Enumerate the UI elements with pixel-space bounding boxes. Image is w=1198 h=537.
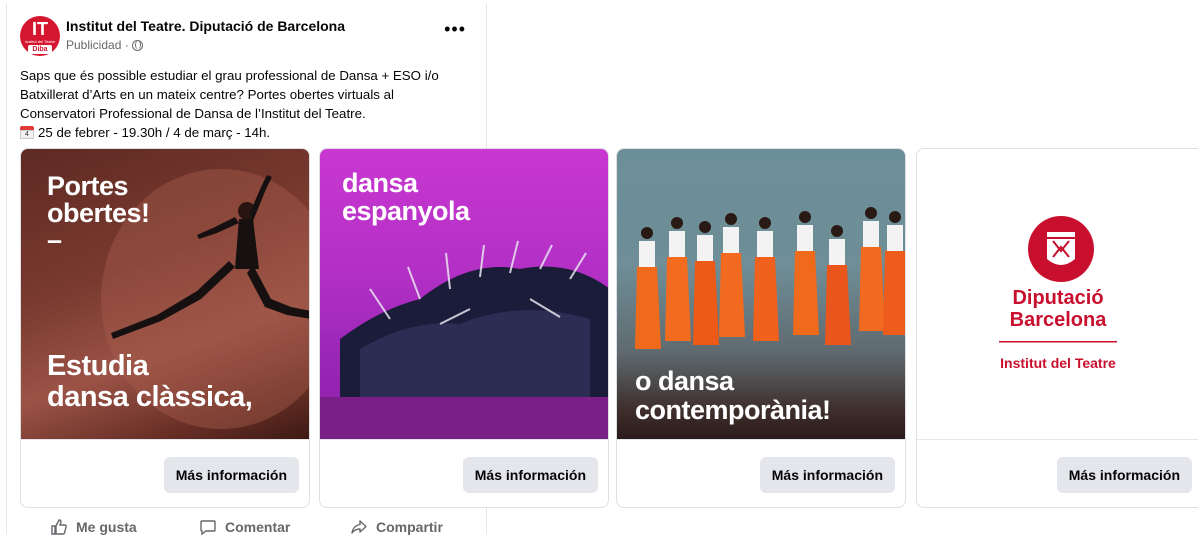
card-footer: Más información [21, 439, 309, 507]
globe-icon [131, 39, 143, 51]
card-overlay-top: Portes obertes! – [47, 173, 150, 254]
avatar-badge: Diba [28, 45, 52, 54]
card-overlay-bottom: Estudia dansa clàssica, [47, 350, 253, 413]
date-text: 25 de febrer - 19.30h / 4 de març - 14h. [38, 125, 271, 140]
post-text-line: Batxillerat d’Arts en un mateix centre? … [20, 87, 394, 102]
post-text-line: Conservatori Professional de Dansa de l’… [20, 106, 366, 121]
post-action-bar: Me gusta Comentar Compartir [0, 512, 487, 537]
like-label: Me gusta [76, 519, 137, 535]
overlay-dash: – [47, 225, 62, 255]
overlay-line: contemporània! [635, 395, 831, 425]
more-info-button[interactable]: Más información [163, 457, 299, 493]
avatar-logo-text: IT [32, 19, 48, 39]
overlay-line: o dansa [635, 366, 734, 396]
overlay-line: Portes [47, 171, 129, 201]
avatar-small-text: Institut del Teatre [24, 39, 56, 44]
sponsored-line: Publicidad · [66, 38, 143, 52]
calendar-icon: 4 [20, 125, 34, 139]
card-footer: Más información [320, 439, 608, 507]
more-info-button[interactable]: Más información [462, 457, 598, 493]
carousel-card-contemporary-dance[interactable]: o dansa contemporània! Más información [616, 148, 906, 508]
page-name-link[interactable]: Institut del Teatre. Diputació de Barcel… [66, 18, 345, 34]
card-image-contemporary-dancers[interactable]: o dansa contemporània! [617, 149, 905, 439]
card-image-classical-dancer[interactable]: Portes obertes! – Estudia dansa clàssica… [21, 149, 309, 439]
card-overlay-top: dansa espanyola [342, 169, 470, 225]
card-image-diputacio-logo[interactable]: Diputació Barcelona Institut del Teatre [917, 149, 1198, 439]
like-button[interactable]: Me gusta [50, 518, 137, 536]
carousel-card-classical-dance[interactable]: Portes obertes! – Estudia dansa clàssica… [20, 148, 310, 508]
post-text-line: Saps que és possible estudiar el grau pr… [20, 68, 439, 83]
share-icon [351, 520, 367, 534]
more-options-icon[interactable]: ••• [444, 20, 466, 38]
share-button[interactable]: Compartir [350, 518, 443, 536]
post-date-line: 4 25 de febrer - 19.30h / 4 de març - 14… [20, 123, 490, 142]
carousel-card-spanish-dance[interactable]: dansa espanyola Más información [319, 148, 609, 508]
more-info-button[interactable]: Más información [759, 457, 895, 493]
overlay-line: obertes! [47, 198, 150, 228]
overlay-line: dansa [342, 168, 418, 198]
overlay-line: espanyola [342, 196, 470, 226]
share-label: Compartir [376, 519, 443, 535]
post-header: IT Institut del Teatre Diba Institut del… [20, 16, 470, 56]
overlay-line: Estudia [47, 350, 149, 382]
card-footer: Más información [917, 439, 1198, 507]
overlay-line: dansa clàssica, [47, 381, 253, 413]
comment-button[interactable]: Comentar [199, 518, 290, 536]
more-info-button[interactable]: Más información [1056, 457, 1192, 493]
page-avatar[interactable]: IT Institut del Teatre Diba [20, 16, 60, 56]
comment-label: Comentar [225, 519, 291, 535]
card-overlay-bottom: o dansa contemporània! [635, 367, 831, 425]
carousel-card-diputacio-logo[interactable]: Diputació Barcelona Institut del Teatre … [916, 148, 1198, 508]
like-icon [51, 519, 67, 535]
sponsored-label[interactable]: Publicidad · [66, 38, 129, 52]
institut-wordmark: Institut del Teatre [1000, 355, 1116, 371]
brand-line: Diputació [1012, 287, 1104, 309]
brand-line: Barcelona [1009, 309, 1107, 331]
comment-icon [200, 520, 216, 536]
card-image-spanish-dance-group[interactable]: dansa espanyola [320, 149, 608, 439]
diputacio-wordmark: Diputació Barcelona [917, 287, 1198, 331]
card-footer: Más información [617, 439, 905, 507]
post-text: Saps que és possible estudiar el grau pr… [20, 66, 490, 142]
